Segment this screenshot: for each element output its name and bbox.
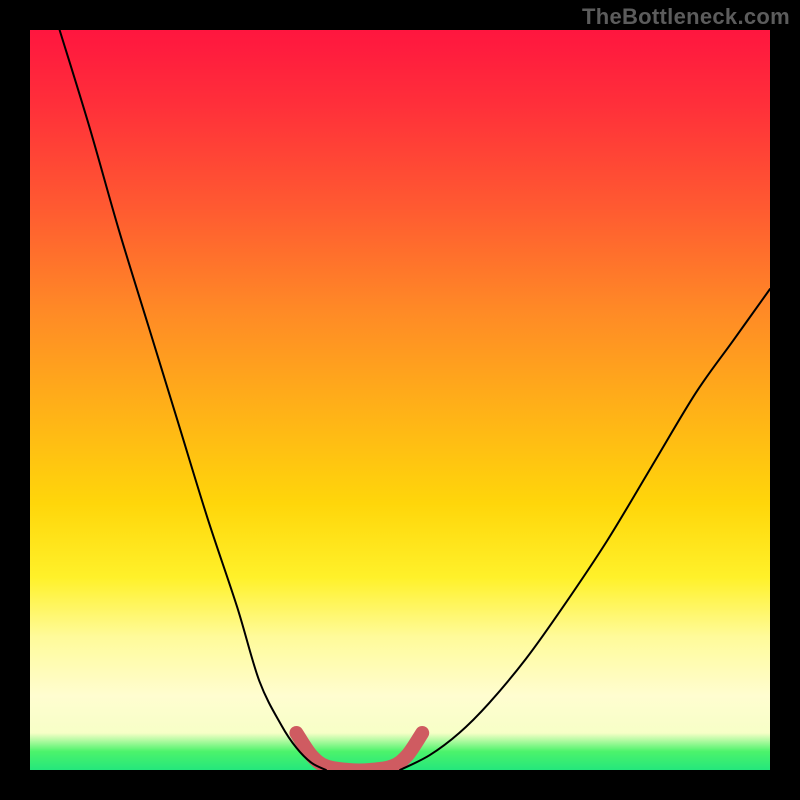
left-curve-path: [60, 30, 326, 770]
watermark-text: TheBottleneck.com: [582, 4, 790, 30]
plot-area: [30, 30, 770, 770]
right-curve-path: [400, 289, 770, 770]
curve-layer: [30, 30, 770, 770]
chart-frame: TheBottleneck.com: [0, 0, 800, 800]
